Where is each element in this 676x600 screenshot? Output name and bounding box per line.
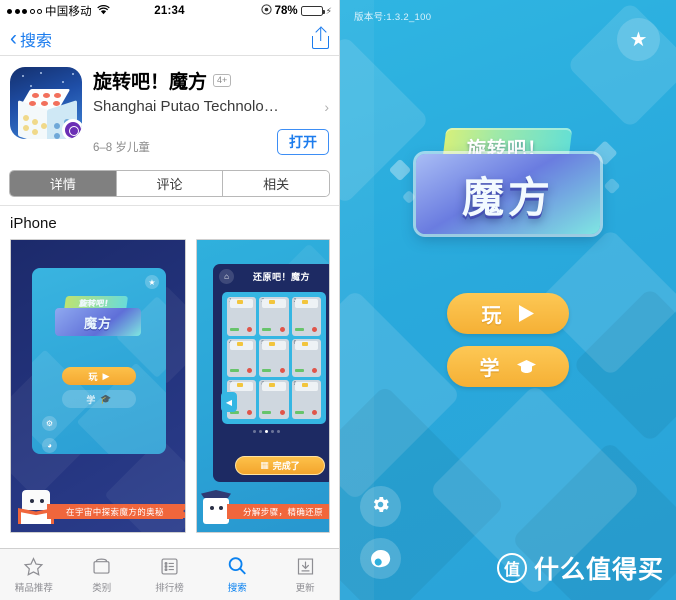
- face-icon: [369, 548, 392, 569]
- mascot-button[interactable]: [360, 538, 401, 579]
- screenshot-learn-button: 学 🎓: [62, 390, 136, 408]
- star-outline-icon: [23, 555, 44, 577]
- developer-row[interactable]: Shanghai Putao Technology... ›: [93, 98, 329, 115]
- back-button[interactable]: ‹ 搜索: [10, 27, 52, 51]
- watermark-text: 什么值得买: [533, 556, 664, 584]
- version-label: 版本号:1.3.2_100: [354, 12, 432, 23]
- screenshot-root: 中国移动 21:34 78% ⚡ ‹ 搜索 旋转吧！魔方 4+ Shanghai…: [0, 0, 676, 600]
- screenshot-home-logo: 旋转吧！ 魔方: [51, 296, 147, 340]
- chevron-left-icon: ‹: [10, 27, 17, 50]
- tabbar-label: 排行榜: [155, 583, 184, 594]
- watermark-logo: 值: [496, 553, 527, 583]
- battery-icon: [300, 6, 325, 16]
- developer-name: Shanghai Putao Technology...: [93, 98, 285, 115]
- battery-percent: 78%: [274, 5, 298, 17]
- learn-button[interactable]: 学: [447, 346, 569, 387]
- search-icon: [226, 555, 248, 577]
- tab-details[interactable]: 详情: [10, 171, 117, 196]
- screenshot-levels-grid: 1 2 3 4 5 6 7 8 9: [222, 292, 326, 424]
- play-icon: ▶: [102, 370, 110, 381]
- tabbar-item-ranking[interactable]: 排行榜: [136, 555, 204, 594]
- section-title-iphone: iPhone: [10, 215, 57, 232]
- page-dots: [253, 430, 280, 433]
- screenshot-levels-title: 还原吧！魔方: [252, 271, 310, 282]
- level-cube: 5: [259, 338, 289, 378]
- screenshot-play-button: 玩 ▶: [62, 367, 136, 385]
- screenshots-carousel[interactable]: ★ 旋转吧！ 魔方 玩 ▶ 学 🎓 ⚙ ◕: [0, 239, 339, 533]
- category-icon: [91, 555, 112, 577]
- screenshot-levels-panel: ⌂ 还原吧！魔方 1 2 3 4 5 6 7 8 9 ◀: [213, 264, 329, 482]
- screenshot-levels-caption: 分解步骤，精确还原: [227, 504, 329, 519]
- level-cube: 4: [227, 338, 257, 378]
- level-cube: 9: [291, 380, 321, 419]
- game-logo: 旋转吧！ 魔方: [388, 128, 621, 240]
- age-rating-badge: 4+: [213, 73, 232, 88]
- level-cube: 8: [259, 380, 289, 419]
- drawer-handle-icon: ◀: [221, 392, 237, 412]
- star-icon: ★: [145, 275, 159, 289]
- segmented-control: 详情 评论 相关: [9, 170, 330, 197]
- level-cube: 2: [259, 297, 289, 336]
- app-header: 旋转吧！魔方 4+ Shanghai Putao Technology... ›…: [0, 56, 339, 164]
- app-meta: 旋转吧！魔方 4+ Shanghai Putao Technology... ›…: [93, 67, 329, 155]
- screenshot-home-card: ★ 旋转吧！ 魔方 玩 ▶ 学 🎓 ⚙ ◕: [32, 268, 166, 454]
- game-logo-main: 魔方: [416, 154, 600, 234]
- level-cube: 3: [291, 297, 321, 336]
- screenshot-home-caption: 在宇宙中探索魔方的奥秘: [47, 504, 185, 519]
- play-button[interactable]: 玩: [447, 293, 569, 334]
- screenshot-home[interactable]: ★ 旋转吧！ 魔方 玩 ▶ 学 🎓 ⚙ ◕: [10, 239, 186, 533]
- app-title-row: 旋转吧！魔方 4+: [93, 67, 329, 94]
- level-cube: 1: [227, 297, 257, 336]
- bottom-tab-bar: 精品推荐 类别 排行榜 搜索 更新: [0, 548, 339, 600]
- tabbar-item-updates[interactable]: 更新: [271, 555, 339, 594]
- download-icon: [295, 555, 316, 577]
- game-panel: 版本号:1.3.2_100 ★ 旋转吧！ 魔方 玩 学 值 什么值得买: [340, 0, 676, 600]
- status-bar: 中国移动 21:34 78% ⚡: [0, 0, 339, 22]
- tabbar-label: 精品推荐: [14, 583, 53, 594]
- cube-small-icon: ▦: [260, 460, 269, 470]
- back-button-label: 搜索: [20, 32, 53, 50]
- tabbar-item-featured[interactable]: 精品推荐: [0, 555, 68, 594]
- app-badge-icon: [62, 119, 82, 139]
- screenshot-levels-topbar: ⌂ 还原吧！魔方: [213, 264, 329, 288]
- tab-reviews[interactable]: 评论: [116, 171, 224, 196]
- segmented-control-wrap: 详情 评论 相关: [0, 164, 339, 205]
- list-icon: [159, 555, 180, 577]
- play-icon: [518, 304, 535, 323]
- tabbar-label: 搜索: [227, 583, 247, 594]
- tabbar-item-categories[interactable]: 类别: [68, 555, 136, 594]
- logo-main-text: 魔方: [55, 308, 141, 336]
- charging-icon: ⚡: [325, 5, 332, 16]
- open-button[interactable]: 打开: [277, 129, 329, 155]
- app-title: 旋转吧！魔方: [93, 72, 208, 93]
- tabbar-label: 类别: [92, 583, 112, 594]
- app-icon: [10, 67, 82, 139]
- watermark: 值 什么值得买: [496, 550, 664, 586]
- learn-button-label: 学: [479, 358, 500, 380]
- play-button-label: 玩: [481, 305, 502, 327]
- screenshot-levels[interactable]: ⌂ 还原吧！魔方 1 2 3 4 5 6 7 8 9 ◀: [196, 239, 330, 533]
- tab-related[interactable]: 相关: [223, 171, 329, 196]
- status-bar-right: 78% ⚡: [261, 4, 332, 18]
- tabbar-item-search[interactable]: 搜索: [203, 555, 271, 594]
- level-cube: 6: [291, 338, 321, 378]
- location-icon: [261, 4, 272, 18]
- graduation-cap-icon: 🎓: [100, 393, 112, 404]
- screenshot-done-button: ▦ 完成了: [235, 456, 325, 475]
- face-icon: ◕: [42, 438, 57, 453]
- home-icon: ⌂: [219, 268, 234, 284]
- gear-icon: [370, 494, 391, 520]
- settings-button[interactable]: [360, 486, 401, 527]
- favorite-star-button[interactable]: ★: [617, 18, 660, 61]
- age-range-label: 6–8 岁儿童: [93, 142, 150, 154]
- chevron-right-icon: ›: [324, 98, 329, 115]
- app-store-panel: 中国移动 21:34 78% ⚡ ‹ 搜索 旋转吧！魔方 4+ Shanghai…: [0, 0, 340, 600]
- share-icon[interactable]: [312, 26, 329, 49]
- star-icon: ★: [629, 29, 648, 51]
- nav-bar: ‹ 搜索: [0, 22, 339, 56]
- gear-icon: ⚙: [42, 416, 57, 431]
- age-row: 6–8 岁儿童 打开: [93, 129, 329, 155]
- graduation-cap-icon: [516, 359, 537, 375]
- tabbar-label: 更新: [295, 583, 315, 594]
